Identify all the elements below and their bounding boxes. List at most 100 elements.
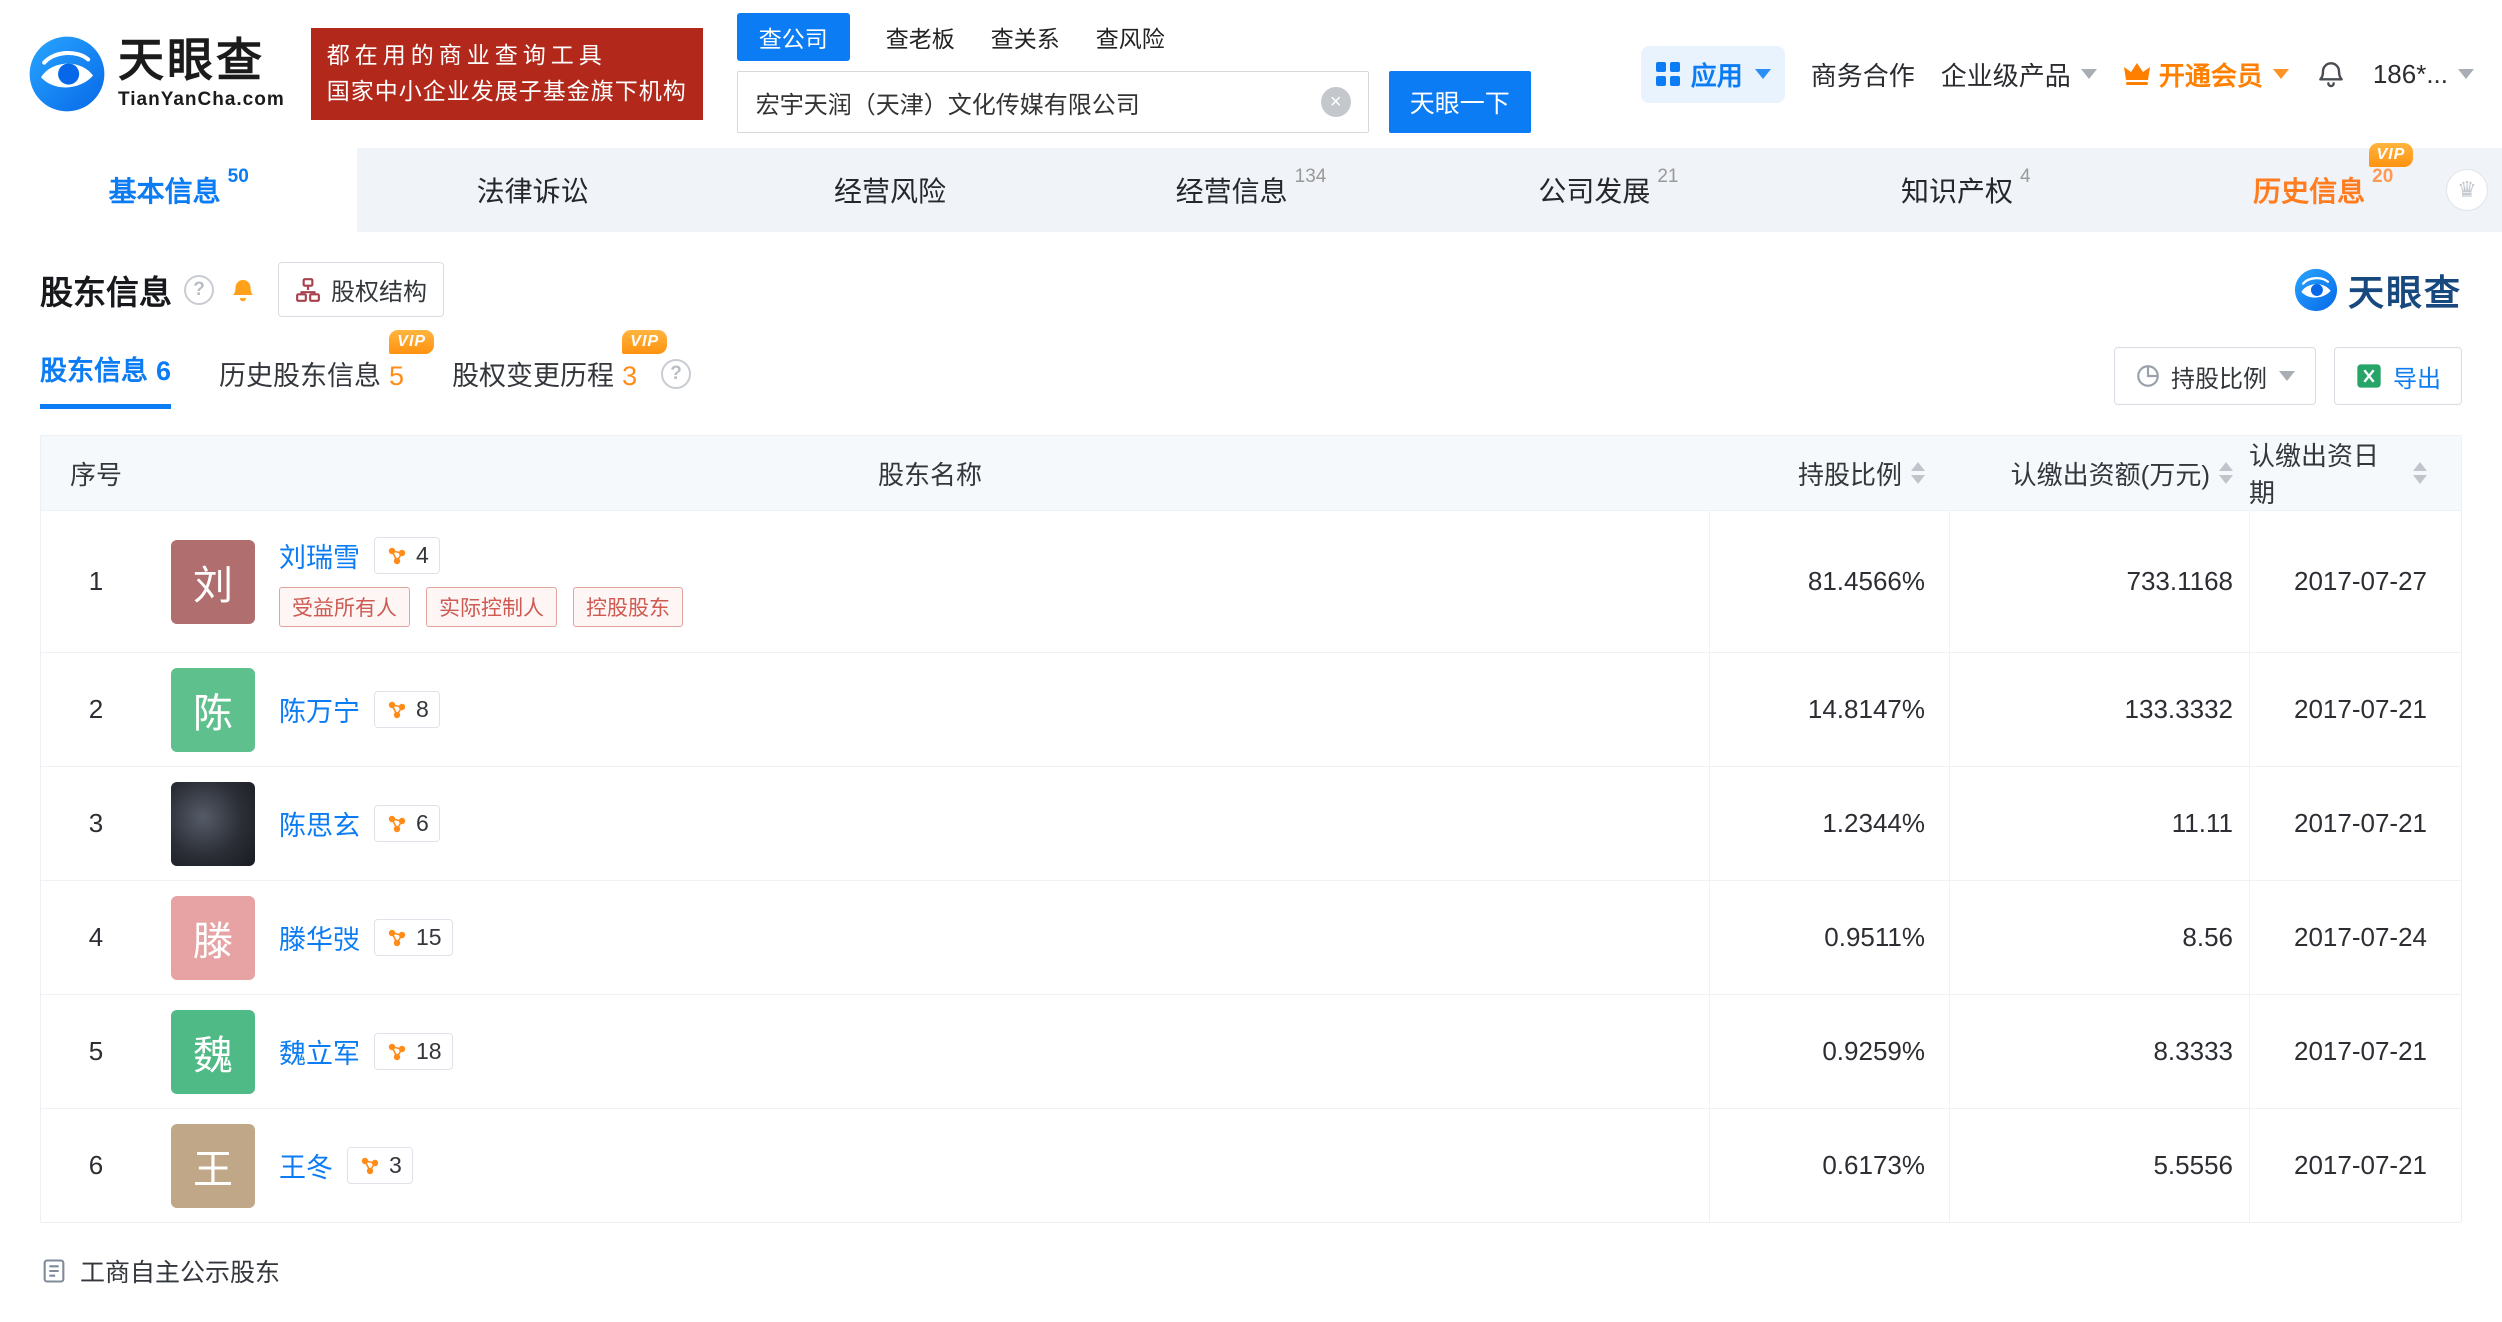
- subtab-count: 3: [622, 361, 638, 391]
- search-tab-relation[interactable]: 查关系: [991, 13, 1060, 61]
- subtab-equity-change-history[interactable]: 股权变更历程 3 VIP: [452, 330, 668, 409]
- row-ratio: 0.6173%: [1709, 1109, 1949, 1222]
- tianyancha-logo[interactable]: 天眼查 TianYanCha.com: [28, 35, 285, 113]
- relation-count: 8: [416, 696, 429, 722]
- row-ratio: 0.9511%: [1709, 881, 1949, 994]
- subtab-historical-shareholders[interactable]: 历史股东信息 5 VIP: [219, 330, 435, 409]
- tab-count: 20: [2372, 166, 2394, 187]
- row-amount: 11.11: [1949, 767, 2249, 880]
- avatar[interactable]: 滕: [171, 895, 255, 980]
- avatar-photo[interactable]: [171, 781, 255, 866]
- account-menu[interactable]: 186*...: [2373, 59, 2474, 90]
- crown-icon: [2123, 62, 2150, 85]
- row-date: 2017-07-24: [2249, 881, 2461, 994]
- relation-count-badge[interactable]: 15: [374, 919, 453, 956]
- shareholder-table: 序号 股东名称 持股比例 认缴出资额(万元) 认缴出资日期 1 刘 刘瑞雪 4 …: [40, 435, 2462, 1223]
- search-tab-boss[interactable]: 查老板: [886, 13, 955, 61]
- relation-count-badge[interactable]: 18: [374, 1033, 453, 1070]
- notification-bell-button[interactable]: [2315, 58, 2347, 90]
- promo-banner: 都在用的商业查询工具 国家中小企业发展子基金旗下机构: [310, 28, 703, 120]
- chevron-down-icon: [1754, 69, 1771, 79]
- enterprise-label: 企业级产品: [1940, 60, 2071, 91]
- row-name-cell: 刘 刘瑞雪 4 受益所有人 实际控制人 控股股东: [151, 511, 1709, 652]
- relation-count-badge[interactable]: 8: [374, 691, 440, 728]
- help-icon[interactable]: ?: [661, 359, 692, 389]
- header-index: 序号: [69, 459, 122, 490]
- row-date: 2017-07-21: [2249, 1109, 2461, 1222]
- search-input[interactable]: [736, 71, 1369, 133]
- row-amount: 8.3333: [1949, 995, 2249, 1108]
- tab-label: 经营风险: [834, 176, 947, 207]
- row-name-cell: 魏 魏立军 18: [151, 995, 1709, 1108]
- avatar-initial: 王: [193, 1147, 233, 1192]
- tab-count: 21: [1657, 166, 1679, 187]
- tab-label: 经营信息: [1175, 176, 1288, 207]
- avatar-initial: 刘: [193, 563, 233, 608]
- subtab-count: 6: [156, 356, 172, 386]
- shareholder-name-link[interactable]: 陈思玄: [279, 804, 360, 843]
- help-icon[interactable]: ?: [184, 274, 214, 305]
- row-amount: 8.56: [1949, 881, 2249, 994]
- tab-basic-info[interactable]: 基本信息 50: [0, 148, 358, 232]
- search-submit-button[interactable]: 天眼一下: [1388, 71, 1531, 133]
- relation-count-badge[interactable]: 4: [374, 537, 440, 574]
- relation-count-badge[interactable]: 3: [347, 1147, 413, 1184]
- shareholder-name-link[interactable]: 刘瑞雪: [279, 536, 360, 575]
- row-ratio: 81.4566%: [1709, 511, 1949, 652]
- subtab-shareholders[interactable]: 股东信息 6: [40, 349, 172, 409]
- tab-operational-risk[interactable]: 经营风险: [715, 148, 1072, 232]
- floating-widget-icon[interactable]: ♛: [2446, 169, 2488, 211]
- menu-open-vip[interactable]: 开通会员: [2123, 56, 2289, 93]
- menu-enterprise-products[interactable]: 企业级产品: [1941, 56, 2097, 93]
- search-tab-company[interactable]: 查公司: [736, 13, 850, 61]
- relation-count-badge[interactable]: 6: [374, 805, 440, 842]
- holding-ratio-filter-button[interactable]: 持股比例: [2114, 347, 2316, 405]
- row-index: 4: [88, 922, 104, 952]
- tab-label: 历史信息: [2253, 176, 2366, 207]
- subscribe-bell-button[interactable]: [228, 275, 258, 305]
- header-amount-sort[interactable]: 认缴出资额(万元): [1949, 455, 2249, 492]
- row-ratio: 14.8147%: [1709, 653, 1949, 766]
- subtab-label: 股权变更历程: [452, 361, 615, 391]
- bell-icon: [2318, 62, 2343, 88]
- shareholder-name-link[interactable]: 魏立军: [279, 1032, 360, 1071]
- equity-structure-label: 股权结构: [331, 279, 427, 306]
- header-date-sort[interactable]: 认缴出资日期: [2249, 436, 2461, 510]
- header-name: 股东名称: [877, 459, 982, 490]
- tab-company-development[interactable]: 公司发展 21: [1430, 148, 1787, 232]
- equity-structure-button[interactable]: 股权结构: [278, 262, 444, 317]
- top-bar: 天眼查 TianYanCha.com 都在用的商业查询工具 国家中小企业发展子基…: [0, 0, 2502, 148]
- avatar-initial: 滕: [193, 919, 233, 964]
- tab-intellectual-property[interactable]: 知识产权 4: [1787, 148, 2144, 232]
- shareholder-name-link[interactable]: 王冬: [279, 1146, 333, 1185]
- avatar[interactable]: 陈: [171, 667, 255, 752]
- promo-line1: 都在用的商业查询工具: [326, 42, 607, 69]
- tab-count: 134: [1294, 166, 1327, 187]
- vip-badge: VIP: [2368, 143, 2414, 167]
- tab-business-info[interactable]: 经营信息 134: [1072, 148, 1429, 232]
- tab-label: 公司发展: [1538, 176, 1651, 207]
- avatar[interactable]: 魏: [171, 1009, 255, 1094]
- row-index: 3: [88, 808, 104, 838]
- tab-legal-proceedings[interactable]: 法律诉讼: [357, 148, 714, 232]
- export-button[interactable]: 导出: [2334, 347, 2462, 405]
- company-nav-tabs: 基本信息 50 法律诉讼 经营风险 经营信息 134 公司发展 21 知识产权 4 历史…: [0, 143, 2502, 232]
- menu-business-cooperation[interactable]: 商务合作: [1811, 56, 1915, 93]
- avatar[interactable]: 王: [171, 1123, 255, 1208]
- shareholder-name-link[interactable]: 陈万宁: [279, 690, 360, 729]
- shareholder-name-link[interactable]: 滕华弢: [279, 918, 360, 957]
- header-ratio-label: 持股比例: [1797, 459, 1902, 490]
- row-name-cell: 陈思玄 6: [151, 767, 1709, 880]
- tianyancha-logo-icon: [29, 36, 105, 112]
- header-ratio-sort[interactable]: 持股比例: [1709, 455, 1949, 492]
- relation-graph-icon: [388, 701, 406, 718]
- search-tab-risk[interactable]: 查风险: [1096, 13, 1165, 61]
- table-row: 2 陈 陈万宁 8 14.8147% 133.3332 2017-07-21: [41, 652, 2461, 766]
- apps-menu-button[interactable]: 应用: [1640, 45, 1785, 103]
- account-label: 186*...: [2372, 58, 2448, 89]
- avatar[interactable]: 刘: [171, 539, 255, 624]
- clear-search-icon[interactable]: ×: [1320, 87, 1351, 117]
- row-date: 2017-07-27: [2249, 511, 2461, 652]
- row-date: 2017-07-21: [2249, 653, 2461, 766]
- table-row: 4 滕 滕华弢 15 0.9511% 8.56 2017-07-24: [41, 880, 2461, 994]
